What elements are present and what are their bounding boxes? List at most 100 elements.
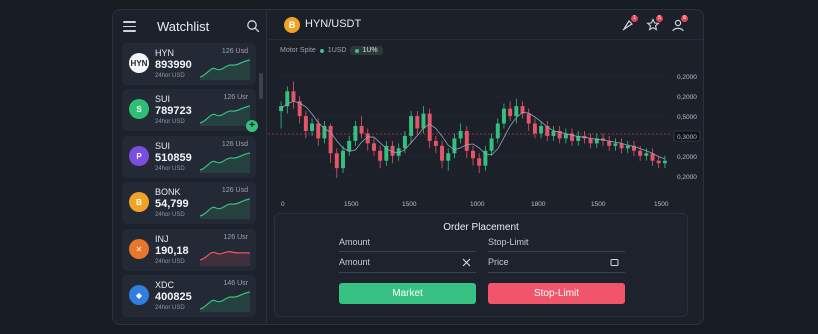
- candle: [452, 138, 457, 154]
- sparkline: [200, 198, 250, 219]
- market-button[interactable]: Market: [339, 283, 476, 304]
- legend-label: Motor Spite: [280, 47, 316, 54]
- candle: [613, 143, 618, 146]
- x-tick-label: 0: [281, 201, 285, 208]
- candle: [526, 113, 531, 124]
- y-tick-label: 0,2000: [677, 94, 697, 101]
- pair-coin-icon: B: [284, 17, 300, 33]
- divider: [488, 272, 625, 273]
- candle: [458, 130, 463, 139]
- add-watchlist-button[interactable]: +: [246, 120, 258, 132]
- sui-coin-icon: S: [129, 99, 149, 119]
- clear-icon[interactable]: [462, 258, 471, 267]
- y-tick-label: 0,5000: [677, 114, 697, 121]
- candle: [489, 138, 494, 151]
- coin-volume: 126 Usr: [223, 94, 248, 101]
- sparkline: [200, 250, 250, 266]
- candle: [303, 116, 308, 131]
- coin-volume: 126 Usr: [223, 234, 248, 241]
- search-icon[interactable]: [246, 19, 260, 33]
- legend-dot-icon: [319, 48, 324, 53]
- watchlist-title: Watchlist: [157, 19, 210, 34]
- candle: [371, 143, 376, 151]
- candle: [501, 108, 506, 124]
- candle: [508, 108, 513, 117]
- candle: [446, 153, 451, 161]
- watchlist-item[interactable]: ✕ INJ 190,18 24hor USD 126 Usr: [122, 229, 256, 271]
- sparkline: [200, 105, 250, 126]
- candle: [588, 138, 593, 144]
- x-tick-label: 1000: [470, 201, 485, 208]
- coin-subtitle: 24hor USD: [155, 119, 185, 125]
- watchlist-item[interactable]: B BONK 54,799 24hor USD 126 Usd: [122, 182, 256, 224]
- watchlist-item[interactable]: S SUI 789723 24hor USD 126 Usr: [122, 89, 256, 131]
- candle: [477, 158, 482, 166]
- user-icon[interactable]: 8: [671, 15, 688, 32]
- coin-price: 893990: [155, 59, 192, 71]
- candle: [421, 113, 426, 129]
- sparkline: [200, 59, 250, 80]
- coin-symbol: SUI: [155, 141, 171, 151]
- alert-icon[interactable]: 1: [621, 15, 638, 32]
- coin-price: 190,18: [155, 245, 189, 257]
- candle: [551, 130, 556, 136]
- candle: [359, 126, 364, 134]
- x-tick-label: 1500: [402, 201, 417, 208]
- candle: [384, 145, 389, 161]
- candle: [427, 113, 432, 141]
- candle: [409, 116, 414, 136]
- y-tick-label: 0,2000: [677, 174, 697, 181]
- checkbox-icon[interactable]: [610, 258, 619, 267]
- sidebar-scrollbar[interactable]: [259, 73, 263, 99]
- y-tick-label: 0,3000: [677, 134, 697, 141]
- candlestick-chart[interactable]: 0,2000 0,2000 0,5000 0,3000 0,2000 0,2000 0 150…: [268, 56, 704, 216]
- watchlist-item[interactable]: HYN HYN 893990 24hor USD 126 Usd: [122, 43, 256, 85]
- coin-price: 789723: [155, 105, 192, 117]
- legend-pill-label: 1U%: [362, 47, 378, 54]
- candle: [532, 123, 537, 134]
- coin-volume: 126 Usd: [221, 187, 248, 194]
- sparkline: [200, 291, 250, 312]
- divider: [339, 251, 476, 252]
- stop-limit-label: Stop-Limit: [488, 237, 529, 247]
- watchlist-item[interactable]: P SUI 510859 24hor USD 126 Usd: [122, 136, 256, 178]
- watchlist-header: Watchlist: [113, 10, 267, 42]
- menu-icon[interactable]: [123, 21, 136, 32]
- bonk-coin-icon: B: [129, 192, 149, 212]
- x-tick-label: 1500: [654, 201, 669, 208]
- coin-price: 400825: [155, 291, 192, 303]
- legend-pill[interactable]: 1U%: [350, 46, 383, 55]
- xdc-coin-icon: ◆: [129, 285, 149, 305]
- amount-input[interactable]: Amount: [339, 257, 370, 267]
- candle: [328, 126, 333, 154]
- price-input[interactable]: Price: [488, 257, 509, 267]
- candle: [625, 145, 630, 149]
- coin-symbol: HYN: [155, 48, 175, 58]
- x-tick-label: 1800: [531, 201, 546, 208]
- candle: [322, 126, 327, 139]
- stop-limit-button[interactable]: Stop-Limit: [488, 283, 625, 304]
- watchlist-item[interactable]: ◆ XDC 400825 24hor USD 146 Usr: [122, 275, 256, 317]
- app-window: Watchlist HYN HYN 893990 24hor USD 126 U…: [112, 9, 704, 325]
- candle: [638, 150, 643, 156]
- candle: [495, 123, 500, 139]
- coin-volume: 126 Usd: [221, 48, 248, 55]
- candle: [347, 140, 352, 151]
- candle: [316, 123, 321, 139]
- candle: [440, 145, 445, 161]
- amount-label: Amount: [339, 237, 371, 247]
- coin-price: 54,799: [155, 198, 189, 210]
- sparkline: [200, 152, 250, 173]
- pair-title: HYN/USDT: [305, 18, 362, 30]
- legend-item: 1USD: [327, 47, 347, 54]
- coin-subtitle: 24hor USD: [155, 305, 185, 311]
- candle: [378, 150, 383, 161]
- star-icon[interactable]: 5: [646, 15, 663, 32]
- sui-coin-icon: P: [129, 146, 149, 166]
- coin-subtitle: 24hor USD: [155, 166, 185, 172]
- candle: [656, 160, 661, 164]
- candle: [471, 150, 475, 159]
- watchlist-sidebar: Watchlist HYN HYN 893990 24hor USD 126 U…: [113, 10, 267, 324]
- candle: [334, 153, 339, 169]
- candle: [570, 133, 575, 141]
